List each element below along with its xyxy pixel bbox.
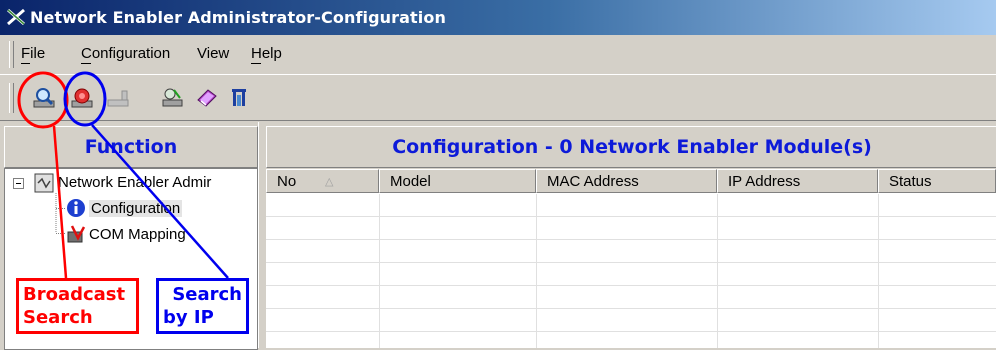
sort-ascending-icon: △ — [325, 176, 334, 188]
grid-row-line — [266, 331, 996, 332]
exit-icon[interactable] — [227, 86, 251, 110]
app-icon — [7, 8, 25, 26]
grid-col-line — [379, 194, 380, 348]
broadcast-search-annotation: Broadcast Search — [16, 278, 139, 334]
toolbar — [0, 75, 996, 121]
search-by-ip-annotation-line1: Search — [172, 284, 242, 305]
broadcast-search-annotation-line2: Search — [23, 307, 93, 328]
tree-item-com-mapping[interactable]: COM Mapping — [89, 226, 186, 243]
menu-help[interactable]: Help — [251, 45, 282, 62]
network-icon[interactable] — [160, 86, 184, 110]
network-enabler-icon — [34, 173, 54, 193]
config-accel-underline — [81, 63, 91, 64]
column-header-ip[interactable]: IP Address — [717, 169, 878, 193]
tree-item-configuration[interactable]: Configuration — [89, 200, 183, 217]
grid-row-line — [266, 239, 996, 240]
broadcast-search-icon[interactable] — [32, 86, 56, 110]
com-mapping-icon — [67, 225, 86, 243]
search-by-ip-annotation-line2: by IP — [163, 307, 214, 328]
file-accel-underline — [21, 63, 30, 64]
search-by-ip-annotation: Search by IP — [156, 278, 249, 334]
grid-col-line — [536, 194, 537, 348]
broadcast-search-annotation-line1: Broadcast — [23, 284, 126, 305]
menu-configuration[interactable]: Configuration — [81, 45, 170, 62]
column-header-model[interactable]: Model — [379, 169, 536, 193]
column-header-no[interactable]: No △ — [266, 169, 379, 193]
grid-row-line — [266, 285, 996, 286]
search-by-ip-icon[interactable] — [70, 86, 94, 110]
column-header-no-label: No — [277, 173, 297, 190]
grid-col-line — [878, 194, 879, 348]
disabled-port-icon[interactable] — [106, 86, 130, 110]
menu-bar: File Configuration View Help — [0, 35, 996, 75]
grid-row-line — [266, 308, 996, 309]
toolbar-grip — [9, 83, 14, 113]
help-accel-underline — [251, 63, 261, 64]
window-title: Network Enabler Administrator-Configurat… — [30, 8, 446, 27]
book-icon[interactable] — [195, 86, 219, 110]
info-icon — [67, 199, 85, 217]
module-grid[interactable]: No △ Model MAC Address IP Address Status — [266, 169, 996, 348]
column-header-mac[interactable]: MAC Address — [536, 169, 717, 193]
grid-col-line — [717, 194, 718, 348]
grid-row-line — [266, 216, 996, 217]
menu-grip — [9, 41, 14, 68]
configuration-panel: Configuration - 0 Network Enabler Module… — [264, 122, 996, 348]
grid-row-line — [266, 262, 996, 263]
menu-file[interactable]: File — [21, 45, 45, 62]
tree-root-label[interactable]: Network Enabler Admir — [58, 174, 211, 191]
menu-view[interactable]: View — [197, 45, 229, 62]
title-bar: Network Enabler Administrator-Configurat… — [0, 0, 996, 35]
configuration-header: Configuration - 0 Network Enabler Module… — [266, 126, 996, 168]
function-header: Function — [4, 126, 258, 168]
column-header-status[interactable]: Status — [878, 169, 996, 193]
